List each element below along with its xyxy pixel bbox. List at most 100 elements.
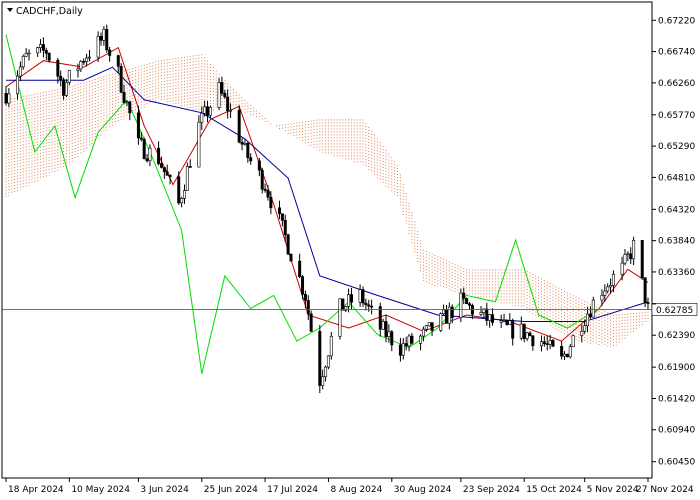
candle-body	[450, 306, 454, 318]
chart-title: CADCHF,Daily	[16, 6, 83, 17]
candle-body	[609, 285, 613, 288]
candle-body	[21, 56, 25, 68]
candle-body	[525, 332, 529, 339]
candle-body	[145, 158, 149, 162]
x-tick-label: 17 Jul 2024	[267, 485, 318, 495]
candle-body	[568, 346, 572, 358]
candle-body	[361, 289, 365, 304]
candle-body	[159, 163, 163, 168]
y-tick-label: 0.61420	[658, 394, 695, 404]
candle-body	[226, 96, 230, 112]
candle-body	[105, 28, 109, 51]
candle-body	[583, 325, 587, 332]
y-tick-label: 0.66260	[658, 79, 695, 89]
y-tick-label: 0.63840	[658, 237, 695, 247]
candle-body	[522, 323, 526, 339]
candle-body	[301, 276, 305, 295]
candle-body	[108, 49, 112, 56]
candle-body	[444, 309, 448, 324]
candle-body	[67, 70, 71, 83]
candle-body	[165, 171, 169, 176]
y-tick-label: 0.65770	[658, 111, 695, 121]
candle-body	[142, 139, 146, 160]
candle-body	[303, 293, 307, 301]
x-tick-label: 18 Apr 2024	[8, 485, 64, 495]
candle-body	[580, 330, 584, 336]
candle-body	[125, 101, 129, 104]
x-tick-label: 25 Jun 2024	[204, 485, 258, 495]
candle-body	[240, 141, 244, 145]
candle-body	[370, 305, 374, 308]
candle-body	[162, 167, 166, 173]
candle-body	[85, 57, 89, 62]
candle-body	[398, 344, 402, 356]
candle-body	[324, 366, 328, 378]
candle-body	[283, 220, 287, 236]
candle-body	[188, 166, 192, 168]
candle-body	[7, 93, 11, 104]
candle-body	[519, 323, 523, 339]
candle-body	[64, 82, 68, 96]
candle-body	[243, 142, 247, 145]
candle-body	[185, 166, 189, 191]
candle-body	[321, 376, 325, 386]
candle-body	[623, 254, 627, 264]
candle-body	[223, 93, 227, 98]
x-tick-label: 10 May 2024	[71, 485, 130, 495]
candle-body	[263, 188, 267, 191]
candle-body	[246, 142, 250, 158]
candle-body	[442, 309, 446, 315]
x-tick-label: 27 Nov 2024	[636, 485, 694, 495]
x-tick-label: 8 Aug 2024	[330, 485, 382, 495]
candle-body	[157, 147, 161, 164]
candle-body	[306, 300, 310, 315]
candle-body	[548, 340, 552, 345]
y-tick-label: 0.64810	[658, 173, 695, 183]
candle-body	[390, 331, 394, 346]
candle-body	[384, 321, 388, 337]
candle-body	[182, 190, 186, 199]
candle-body	[439, 313, 443, 331]
candle-body	[289, 253, 293, 262]
candle-body	[551, 340, 555, 347]
candle-body	[326, 355, 330, 368]
candle-body	[87, 56, 91, 59]
candle-body	[387, 331, 391, 337]
candle-body	[508, 320, 512, 325]
candle-body	[424, 325, 428, 330]
candle-body	[266, 190, 270, 198]
candle-body	[102, 28, 106, 41]
candle-body	[4, 92, 8, 104]
candle-body	[459, 292, 463, 318]
candle-body	[206, 106, 210, 116]
candle-body	[136, 112, 140, 139]
x-tick-label: 23 Sep 2024	[463, 485, 520, 495]
candle-body	[468, 303, 472, 306]
price-axis[interactable]: 0.67220 0.66740 0.66260 0.65770 0.65290 0.648…	[652, 16, 695, 468]
candle-body	[229, 109, 233, 112]
candle-body	[485, 308, 489, 321]
candle-body	[545, 343, 549, 345]
candle-body	[505, 320, 509, 325]
candle-body	[47, 53, 51, 61]
candle-body	[197, 121, 201, 168]
candle-body	[410, 335, 414, 344]
candle-body	[139, 137, 143, 140]
candle-body	[349, 294, 353, 303]
candle-body	[491, 314, 495, 323]
candle-body	[27, 52, 31, 55]
candle-body	[24, 53, 28, 57]
candle-body	[180, 198, 184, 204]
candle-body	[338, 298, 342, 337]
candle-body	[646, 302, 650, 304]
candle-body	[56, 59, 60, 77]
y-tick-label: 0.65290	[658, 142, 695, 152]
candle-body	[358, 289, 362, 303]
candle-body	[116, 55, 120, 67]
price-chart[interactable]: CADCHF,Daily 0.62785 0.67220 0.66740 0.662…	[0, 0, 700, 500]
candle-body	[122, 91, 126, 103]
candle-body	[565, 353, 569, 358]
candle-body	[427, 322, 431, 327]
candle-body	[18, 66, 22, 77]
candle-body	[341, 298, 345, 311]
